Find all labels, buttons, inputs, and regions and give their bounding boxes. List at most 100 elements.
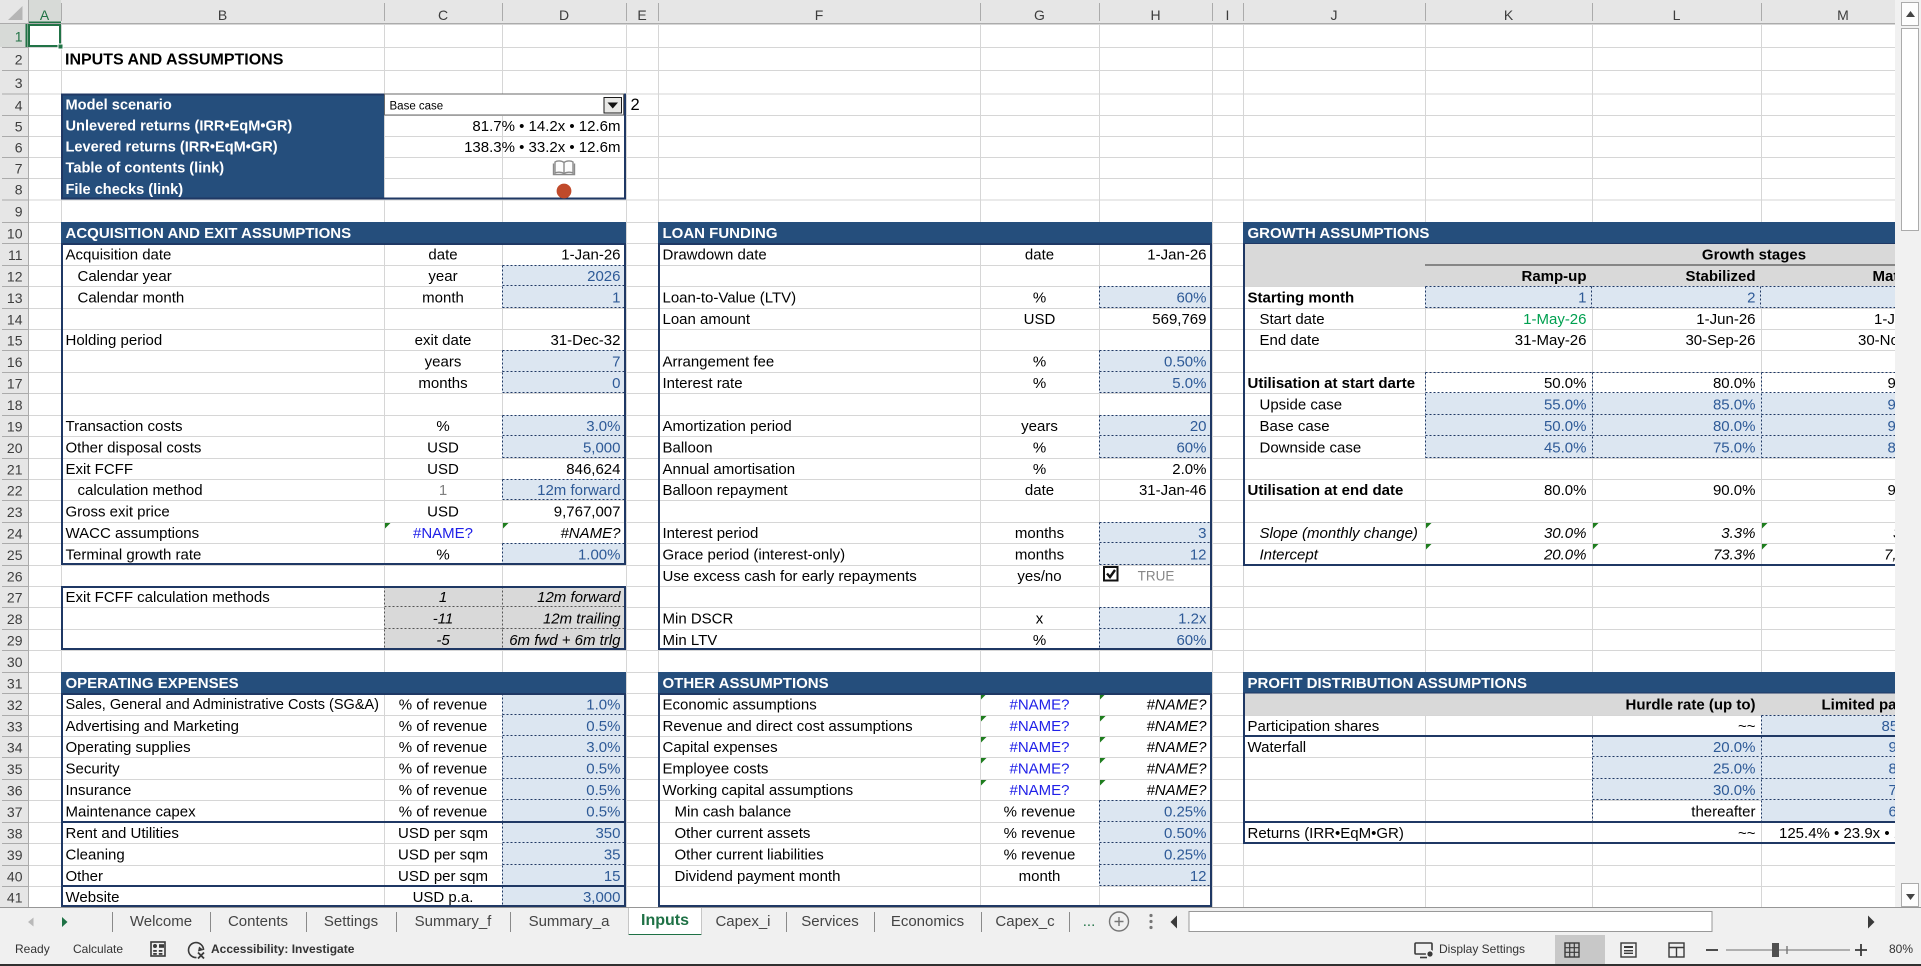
svg-text:thereafter: thereafter	[1691, 803, 1755, 820]
svg-text:12m forward: 12m forward	[537, 589, 621, 606]
svg-text:350: 350	[595, 825, 620, 842]
svg-text:D: D	[559, 7, 569, 23]
svg-text:Transaction costs: Transaction costs	[66, 418, 183, 435]
svg-text:12: 12	[7, 269, 23, 285]
svg-text:0: 0	[612, 375, 620, 392]
svg-text:Calendar month: Calendar month	[78, 289, 185, 306]
svg-text:Cleaning: Cleaning	[66, 846, 125, 863]
svg-text:15: 15	[7, 333, 23, 349]
svg-text:years: years	[425, 353, 462, 370]
svg-text:Intercept: Intercept	[1260, 546, 1319, 563]
svg-text:32: 32	[7, 697, 23, 713]
svg-text:12m forward: 12m forward	[537, 482, 620, 499]
svg-text:81.7% • 14.2x • 12.6m: 81.7% • 14.2x • 12.6m	[472, 118, 620, 135]
svg-text:6m fwd + 6m trlg: 6m fwd + 6m trlg	[509, 632, 621, 649]
svg-text:L: L	[1673, 7, 1681, 23]
svg-text:~~: ~~	[1738, 718, 1756, 735]
svg-text:9,767,007: 9,767,007	[554, 503, 621, 520]
svg-text:USD: USD	[427, 461, 459, 478]
svg-text:45.0%: 45.0%	[1544, 439, 1587, 456]
svg-text:1-Jun-26: 1-Jun-26	[1696, 311, 1755, 328]
svg-text:INPUTS AND ASSUMPTIONS: INPUTS AND ASSUMPTIONS	[65, 51, 284, 68]
svg-text:31-Jan-46: 31-Jan-46	[1139, 482, 1207, 499]
svg-text:#NAME?: #NAME?	[1146, 718, 1207, 735]
svg-text:USD per sqm: USD per sqm	[398, 868, 488, 885]
svg-text:F: F	[815, 7, 824, 23]
svg-text:85.0%: 85.0%	[1713, 396, 1756, 413]
svg-text:%: %	[1033, 353, 1046, 370]
svg-text:35: 35	[7, 761, 23, 777]
svg-text:% revenue: % revenue	[1004, 846, 1076, 863]
svg-text:#NAME?: #NAME?	[1009, 760, 1069, 777]
svg-text:36: 36	[7, 783, 23, 799]
svg-text:#NAME?: #NAME?	[560, 525, 621, 542]
svg-text:1: 1	[15, 29, 23, 45]
svg-text:Operating supplies: Operating supplies	[66, 739, 191, 756]
svg-text:WACC assumptions: WACC assumptions	[66, 525, 200, 542]
svg-text:Security: Security	[66, 760, 121, 777]
svg-text:Grace period (interest-only): Grace period (interest-only)	[663, 546, 846, 563]
svg-text:Balloon: Balloon	[663, 439, 713, 456]
svg-text:37: 37	[7, 804, 23, 820]
svg-text:7,000: 7,000	[1884, 546, 1895, 563]
svg-text:Website: Website	[66, 889, 120, 906]
svg-text:Upside case: Upside case	[1260, 396, 1343, 413]
svg-text:60%: 60%	[1176, 439, 1206, 456]
svg-text:#NAME?: #NAME?	[1009, 718, 1069, 735]
svg-text:Slope (monthly change): Slope (monthly change)	[1260, 525, 1418, 542]
svg-text:% of revenue: % of revenue	[399, 782, 487, 799]
svg-text:USD: USD	[427, 503, 459, 520]
svg-text:H: H	[1150, 7, 1160, 23]
svg-text:%: %	[436, 546, 449, 563]
svg-text:1-Jul-26: 1-Jul-26	[1874, 311, 1895, 328]
svg-text:J: J	[1331, 7, 1338, 23]
svg-text:0.25%: 0.25%	[1164, 803, 1207, 820]
svg-text:Dividend payment month: Dividend payment month	[675, 868, 841, 885]
svg-text:73.3%: 73.3%	[1713, 546, 1756, 563]
svg-text:Exit FCFF calculation methods: Exit FCFF calculation methods	[66, 589, 270, 606]
svg-text:USD p.a.: USD p.a.	[413, 889, 474, 906]
svg-text:Use excess cash for early repa: Use excess cash for early repayments	[663, 568, 917, 585]
svg-text:55.0%: 55.0%	[1544, 396, 1587, 413]
svg-text:30-Nov-26: 30-Nov-26	[1858, 332, 1895, 349]
svg-text:date: date	[1025, 246, 1054, 263]
svg-text:Loan-to-Value (LTV): Loan-to-Value (LTV)	[663, 289, 797, 306]
svg-text:#NAME?: #NAME?	[1146, 696, 1207, 713]
svg-text:exit date: exit date	[415, 332, 472, 349]
svg-text:22: 22	[7, 483, 23, 499]
svg-text:Base case: Base case	[1260, 418, 1330, 435]
svg-text:%: %	[1033, 289, 1046, 306]
svg-text:Waterfall: Waterfall	[1248, 739, 1307, 756]
svg-text:19: 19	[7, 419, 23, 435]
svg-text:date: date	[1025, 482, 1054, 499]
svg-text:File checks (link): File checks (link)	[66, 182, 184, 198]
svg-text:Utilisation at end date: Utilisation at end date	[1248, 482, 1404, 499]
svg-text:11: 11	[8, 247, 23, 263]
svg-text:0.50%: 0.50%	[1164, 353, 1207, 370]
svg-text:I: I	[1226, 7, 1230, 23]
svg-text:Mature: Mature	[1873, 268, 1896, 285]
svg-text:5,000: 5,000	[583, 439, 621, 456]
svg-text:29: 29	[7, 633, 23, 649]
svg-text:3.0%: 3.0%	[586, 739, 620, 756]
svg-text:USD: USD	[1024, 311, 1056, 328]
svg-text:1: 1	[1578, 289, 1586, 306]
svg-text:#NAME?: #NAME?	[1009, 696, 1069, 713]
svg-text:#NAME?: #NAME?	[1146, 739, 1207, 756]
svg-text:Holding period: Holding period	[66, 332, 163, 349]
svg-text:% revenue: % revenue	[1004, 825, 1076, 842]
svg-text:%: %	[436, 418, 449, 435]
svg-text:USD per sqm: USD per sqm	[398, 846, 488, 863]
svg-text:90.0%: 90.0%	[1888, 375, 1896, 392]
svg-text:23: 23	[7, 504, 23, 520]
svg-text:0.50%: 0.50%	[1164, 825, 1207, 842]
svg-text:years: years	[1021, 418, 1058, 435]
svg-text:16: 16	[7, 354, 23, 370]
svg-text:ACQUISITION AND EXIT ASSUMPTIO: ACQUISITION AND EXIT ASSUMPTIONS	[66, 225, 352, 242]
svg-text:21: 21	[7, 462, 23, 478]
svg-text:7: 7	[15, 161, 23, 177]
svg-text:% of revenue: % of revenue	[399, 760, 487, 777]
svg-text:yes/no: yes/no	[1017, 568, 1061, 585]
svg-text:OTHER ASSUMPTIONS: OTHER ASSUMPTIONS	[663, 675, 829, 692]
svg-text:%: %	[1033, 461, 1046, 478]
